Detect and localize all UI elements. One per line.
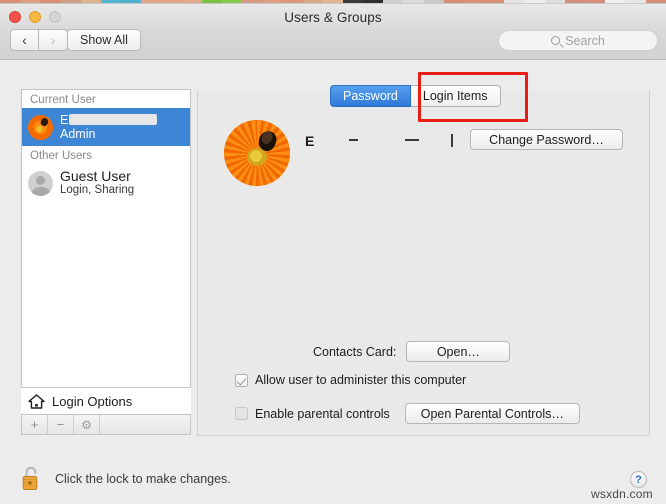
sidebar-item-guest-user[interactable]: Guest User Login, Sharing	[22, 164, 190, 202]
sidebar-item-login-options[interactable]: Login Options	[21, 387, 191, 414]
navigation-buttons: ‹ ›	[10, 29, 68, 51]
account-tabs: Password Login Items	[330, 85, 501, 107]
tab-login-items[interactable]: Login Items	[410, 85, 501, 107]
sidebar-footer-spacer	[100, 415, 190, 434]
admin-checkbox[interactable]	[235, 373, 248, 387]
parental-controls-row[interactable]: Enable parental controls Open Parental C…	[235, 403, 580, 424]
admin-checkbox-label: Allow user to administer this computer	[255, 373, 467, 387]
help-button[interactable]: ?	[630, 471, 647, 488]
padlock-open-icon[interactable]	[20, 465, 44, 492]
house-icon	[28, 393, 45, 409]
back-button[interactable]: ‹	[10, 29, 39, 51]
account-picture[interactable]	[224, 120, 290, 186]
users-sidebar[interactable]: Current User E Admin Other Users Guest U…	[21, 89, 191, 414]
gear-icon: ⚙	[81, 417, 92, 432]
guest-user-role: Login, Sharing	[60, 184, 135, 197]
sidebar-item-current-user[interactable]: E Admin	[22, 108, 190, 146]
system-preferences-window: Users & Groups ‹ › Show All Search Curre…	[0, 3, 666, 504]
current-user-role: Admin	[60, 127, 96, 141]
lock-row[interactable]: Click the lock to make changes.	[20, 465, 231, 492]
settings-gear-button: ⚙	[74, 415, 100, 434]
contacts-card-row: Contacts Card: Open…	[313, 341, 511, 362]
show-all-button[interactable]: Show All	[67, 29, 141, 51]
open-parental-controls-button[interactable]: Open Parental Controls…	[404, 403, 580, 424]
sidebar-item-current-user-labels: E Admin	[60, 113, 158, 142]
window-titlebar: Users & Groups ‹ › Show All Search	[0, 4, 666, 60]
remove-user-button: −	[48, 415, 74, 434]
admin-checkbox-row[interactable]: Allow user to administer this computer	[235, 373, 466, 387]
sidebar-group-header-current-user: Current User	[30, 94, 96, 106]
open-contacts-card-button[interactable]: Open…	[406, 341, 511, 362]
login-options-label: Login Options	[52, 393, 133, 409]
watermark: wsxdn.com	[591, 487, 653, 501]
account-full-name-fragment: E	[305, 133, 316, 149]
current-user-name-redacted: E	[60, 113, 158, 127]
forward-button: ›	[39, 29, 68, 51]
screenshot-root: Users & Groups ‹ › Show All Search Curre…	[0, 0, 666, 504]
search-icon	[551, 36, 561, 45]
avatar	[28, 170, 53, 196]
parental-controls-checkbox[interactable]	[235, 407, 248, 420]
add-user-button[interactable]: +	[22, 415, 48, 434]
sidebar-group-header-other-users: Other Users	[30, 150, 92, 162]
change-password-button[interactable]: Change Password…	[470, 129, 623, 150]
redaction-bar	[69, 114, 158, 126]
search-input[interactable]: Search	[498, 30, 658, 51]
tab-password[interactable]: Password	[330, 85, 411, 107]
sidebar-footer-toolbar: + − ⚙	[21, 414, 191, 435]
parental-controls-label: Enable parental controls	[255, 406, 390, 421]
contacts-card-label: Contacts Card:	[313, 344, 397, 359]
search-placeholder: Search	[565, 33, 605, 48]
window-title: Users & Groups	[284, 10, 382, 25]
sidebar-item-guest-user-labels: Guest User Login, Sharing	[60, 168, 134, 197]
guest-user-name: Guest User	[60, 168, 131, 185]
lock-instruction-text: Click the lock to make changes.	[55, 471, 231, 486]
avatar	[28, 114, 53, 140]
